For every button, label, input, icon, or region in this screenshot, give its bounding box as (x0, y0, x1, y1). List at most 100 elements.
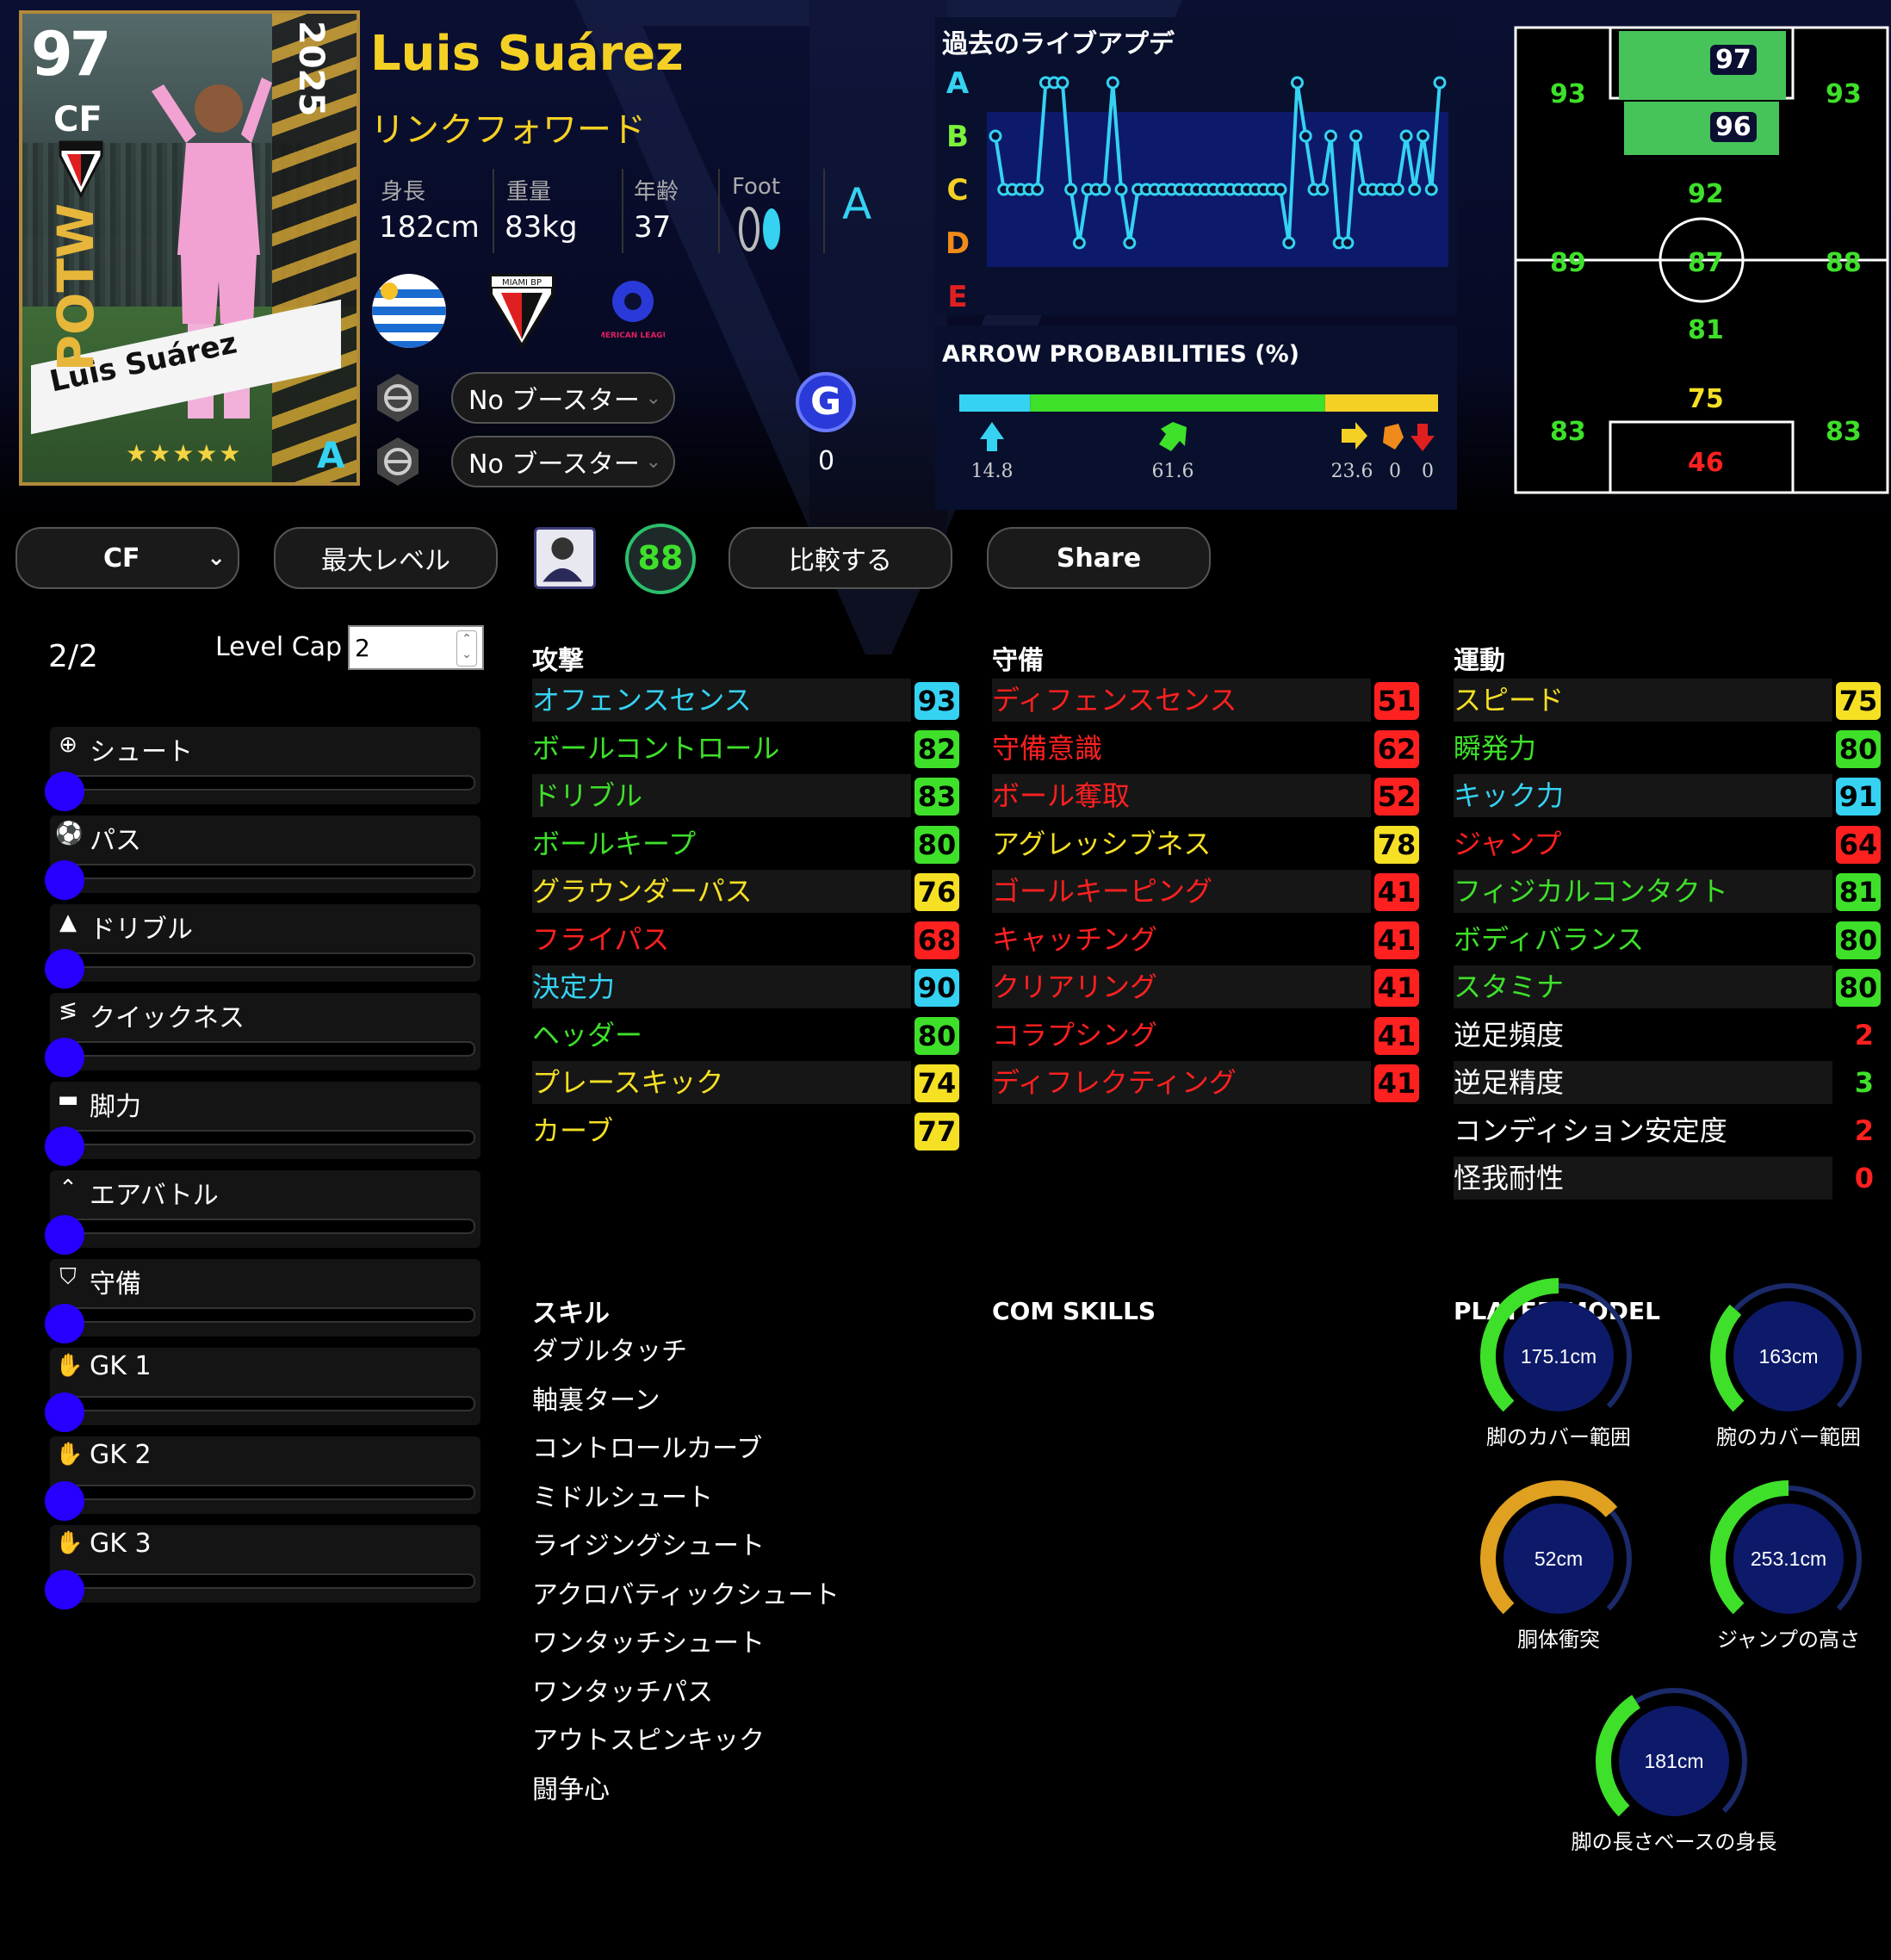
pos-amf: 92 (1688, 179, 1724, 209)
grade-label: D (946, 226, 970, 261)
level-cap-input[interactable]: 2 ⌃ ⌄ (348, 625, 484, 670)
progression-track[interactable] (67, 1130, 475, 1145)
stepper-icon[interactable]: ⌃ ⌄ (456, 630, 477, 667)
progression-label: エアバトル (90, 1181, 219, 1211)
manager-avatar-icon[interactable] (534, 527, 596, 589)
stat-name: カーブ (532, 1108, 911, 1152)
pos-rw: 93 (1826, 79, 1862, 109)
progression-track[interactable] (67, 775, 475, 791)
com-skills-title: COM SKILLS (992, 1297, 1156, 1325)
progression-slot: ⊕ シュート (45, 727, 480, 811)
progression-slider-knob[interactable] (45, 1038, 84, 1077)
stat-name: 守備意識 (992, 726, 1371, 770)
progression-slider-knob[interactable] (45, 1481, 84, 1521)
skill-item: ライジングシュート (532, 1531, 765, 1561)
progression-slider-knob[interactable] (45, 1126, 84, 1166)
progression-label: 守備 (90, 1269, 141, 1299)
height-label: 身長 (381, 179, 426, 205)
progression-label: GK 1 (90, 1351, 152, 1381)
stat-name: ボールキープ (532, 822, 911, 865)
pos-cmf: 87 (1688, 248, 1724, 278)
stat-row: スタミナ 80 (1454, 965, 1881, 1008)
stat-value: 91 (1836, 778, 1881, 816)
pos-cb: 75 (1688, 384, 1724, 414)
progression-slider-knob[interactable] (45, 860, 84, 900)
stat-row: オフェンスセンス 93 (532, 679, 959, 722)
max-level-button[interactable]: 最大レベル (274, 527, 498, 589)
stat-name: フィジカルコンタクト (1454, 870, 1832, 913)
live-update-point (989, 129, 1002, 143)
stat-row: ボディバランス 80 (1454, 917, 1881, 961)
booster-select-1[interactable]: No ブースター ⌄ (451, 372, 675, 424)
arrow-prob-segment (1324, 394, 1438, 412)
stat-name: スタミナ (1454, 965, 1832, 1008)
live-update-point (1349, 129, 1363, 143)
stat-name: キック力 (1454, 774, 1832, 817)
stat-name: ボディバランス (1454, 917, 1832, 961)
live-update-point (1299, 129, 1312, 143)
stat-name: ドリブル (532, 774, 911, 817)
skill-item: ワンタッチパス (532, 1677, 713, 1708)
progression-label: GK 3 (90, 1529, 152, 1559)
stat-value: 52 (1374, 778, 1419, 816)
progression-track[interactable] (67, 952, 475, 968)
skill-item: 闘争心 (532, 1774, 610, 1805)
progression-label: パス (90, 826, 141, 856)
grade-label: C (947, 173, 969, 208)
g-badge-count: 0 (818, 446, 835, 476)
progression-track[interactable] (67, 1396, 475, 1411)
booster-icon (377, 437, 418, 486)
live-update-point (1417, 129, 1430, 143)
shield-icon: ⛉ (59, 1264, 77, 1290)
skill-item: ダブルタッチ (532, 1337, 687, 1367)
progression-track[interactable] (67, 1041, 475, 1057)
speed-icon: ≶ (59, 998, 78, 1024)
g-badge-icon: G (796, 372, 856, 432)
stat-name: ディフレクティング (992, 1061, 1371, 1104)
stat-name: ゴールキーピング (992, 870, 1371, 913)
grade-label: B (946, 120, 969, 154)
live-update-point (1031, 183, 1045, 196)
progression-slider-knob[interactable] (45, 1570, 84, 1610)
booster-select-2[interactable]: No ブースター ⌄ (451, 436, 675, 487)
stat-name: アグレッシブネス (992, 822, 1371, 865)
pos-rmf: 88 (1826, 248, 1862, 278)
attack-title: 攻撃 (532, 646, 584, 676)
progression-track[interactable] (67, 1573, 475, 1589)
defense-title: 守備 (992, 646, 1044, 676)
skill-item: アクロバティックシュート (532, 1579, 840, 1610)
progression-slider-knob[interactable] (45, 772, 84, 811)
position-select[interactable]: CF ⌄ (16, 527, 239, 589)
stat-row: ディフェンスセンス 51 (992, 679, 1419, 722)
gauge-value: 181cm (1644, 1750, 1703, 1772)
progression-slider-knob[interactable] (45, 1215, 84, 1255)
cone-icon: ▲ (59, 909, 77, 935)
stat-value: 41 (1374, 921, 1419, 959)
share-button[interactable]: Share (987, 527, 1211, 589)
stat-row: ディフレクティング 41 (992, 1061, 1419, 1104)
stat-row: ボールキープ 80 (532, 822, 959, 865)
stat-value: 62 (1374, 729, 1419, 768)
stat-row: 怪我耐性 0 (1454, 1157, 1881, 1200)
compare-button[interactable]: 比較する (728, 527, 952, 589)
progression-track[interactable] (67, 1485, 475, 1500)
progression-track[interactable] (67, 864, 475, 879)
progression-slot: ▬ 脚力 (45, 1082, 480, 1166)
gauge-value: 175.1cm (1521, 1345, 1596, 1368)
progression-track[interactable] (67, 1219, 475, 1234)
condition-grade: A (842, 179, 872, 229)
progression-label: GK 2 (90, 1440, 152, 1470)
divider (622, 169, 623, 253)
live-update-point (1056, 76, 1070, 90)
uruguay-flag-icon (372, 274, 446, 348)
stat-row: グラウンダーパス 76 (532, 870, 959, 913)
progression-slider-knob[interactable] (45, 1304, 84, 1343)
progression-slider-knob[interactable] (45, 949, 84, 989)
progression-track[interactable] (67, 1307, 475, 1323)
stat-value: 80 (1836, 969, 1881, 1007)
grade-label: E (947, 280, 967, 314)
progression-slider-knob[interactable] (45, 1392, 84, 1432)
gauge-label: 脚のカバー範囲 (1486, 1425, 1631, 1449)
club-crest-icon: MIAMI BP (489, 274, 555, 350)
player-position: リンクフォワード (370, 110, 646, 150)
